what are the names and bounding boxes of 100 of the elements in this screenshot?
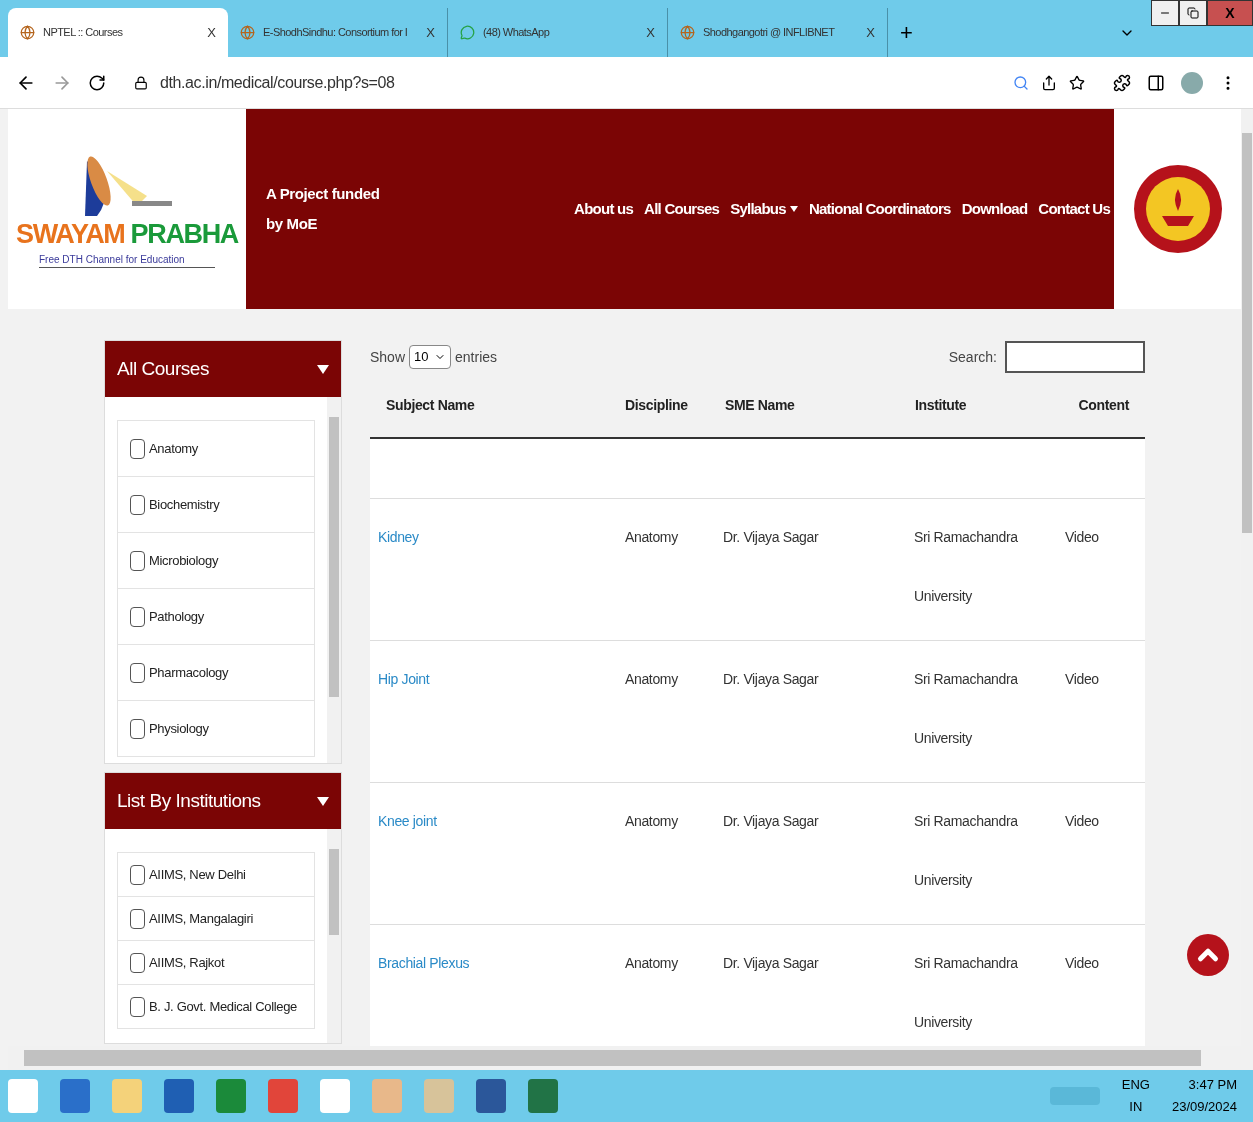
language-indicator[interactable]: ENG [1121,1074,1150,1096]
search-label: Search: [948,347,997,367]
checkbox[interactable] [130,494,145,515]
browser-tab[interactable]: NPTEL :: Courses X [8,8,228,57]
nav-link[interactable]: Syllabus [730,197,786,221]
show-label: Show [370,347,406,367]
subject-link[interactable]: Kidney [370,527,625,640]
funding-text: A Project funded by MoE [266,184,381,234]
table-cell-text: Video [1065,812,1099,831]
table-cell-text: Sri Ramachandra [914,670,1019,689]
new-tab-button[interactable]: + [900,16,913,49]
clock-date[interactable]: 23/09/2024 [1171,1096,1237,1118]
panel-title: List By Institutions [117,788,261,813]
subject-link[interactable]: Brachial Plexus [370,953,625,1046]
search-field[interactable] [1005,341,1145,373]
checkbox[interactable] [130,952,145,973]
entries-select[interactable]: 10 [409,345,452,369]
checkbox-label: Microbiology [149,551,219,570]
checkbox-label: Physiology [149,719,209,738]
table-cell-text: Video [1065,528,1099,547]
nav-link[interactable]: About us [574,197,634,221]
close-window-button[interactable]: X [1207,0,1253,26]
tab-close-button[interactable]: X [426,22,435,43]
checkbox[interactable] [130,550,145,571]
browser-tab[interactable]: Shodhgangotri @ INFLIBNET X [668,8,888,57]
address-bar[interactable]: dth.ac.in/medical/course.php?s=08 [122,64,1097,101]
table-cell-text: University [914,587,973,606]
checkbox-label: Pharmacology [149,663,229,682]
tab-close-button[interactable]: X [646,22,655,43]
table-cell-text: University [914,1013,973,1032]
minimize-button[interactable] [1151,0,1179,26]
tab-title: (48) WhatsApp [483,25,551,41]
tab-close-button[interactable]: X [207,22,216,43]
panel-title: All Courses [117,356,209,381]
table-cell-text: Anatomy [625,670,679,689]
nav-link[interactable]: National Coordinators [808,197,951,221]
share-icon[interactable] [1041,74,1057,91]
nav-link[interactable]: Download [961,197,1028,221]
column-header[interactable]: Institute [915,395,1065,416]
scroll-to-top-button[interactable] [1187,934,1229,976]
subject-link[interactable]: Knee joint [370,811,625,924]
bookmark-star-icon[interactable] [1069,74,1085,91]
browser-tab[interactable]: (48) WhatsApp X [448,8,668,57]
restore-icon [1187,7,1199,19]
table-cell-text: Sri Ramachandra [914,528,1019,547]
tab-title: NPTEL :: Courses [43,25,124,41]
table-cell-text: Anatomy [625,954,679,973]
region-indicator[interactable]: IN [1129,1096,1143,1118]
restore-button[interactable] [1179,0,1207,26]
checkbox[interactable] [130,996,145,1017]
checkbox-label: Anatomy [149,439,199,458]
checkbox[interactable] [130,438,145,459]
subject-link[interactable]: Hip Joint [370,669,625,782]
site-icon [240,25,255,40]
column-header[interactable]: SME Name [725,395,915,416]
reload-button[interactable] [88,73,106,92]
logo-title: SWAYAM PRABHA [16,220,238,248]
nav-link[interactable]: Contact Us [1038,197,1110,221]
checkbox[interactable] [130,718,145,739]
column-header[interactable]: Content [1065,395,1145,416]
checkbox[interactable] [130,662,145,683]
entries-label: entries [455,347,498,367]
checkbox-label: B. J. Govt. Medical College [149,997,297,1016]
checkbox[interactable] [130,908,145,929]
checkbox-label: Biochemistry [149,495,220,514]
search-icon[interactable] [1013,74,1029,91]
site-icon [680,25,695,40]
checkbox[interactable] [130,864,145,885]
url-text: dth.ac.in/medical/course.php?s=08 [160,72,395,93]
tab-title: Shodhgangotri @ INFLIBNET [703,25,836,41]
table-cell-text: Dr. Vijaya Sagar [723,528,820,547]
table-cell-text: Dr. Vijaya Sagar [723,670,820,689]
lock-icon [134,75,148,90]
checkbox-label: Pathology [149,607,204,626]
table-cell-text: Dr. Vijaya Sagar [723,812,820,831]
tab-close-button[interactable]: X [866,22,875,43]
table-cell-text: Dr. Vijaya Sagar [723,954,820,973]
column-header[interactable]: Discipline [625,395,725,416]
browser-tab[interactable]: E-ShodhSindhu: Consortium for I X [228,8,448,57]
panel-header[interactable]: List By Institutions [105,773,341,829]
site-icon [20,25,35,40]
table-cell-text: Video [1065,954,1099,973]
side-panel-icon[interactable] [1147,73,1165,92]
dropdown-caret-icon [317,796,329,806]
extensions-icon[interactable] [1113,73,1131,92]
clock-time[interactable]: 3:47 PM [1188,1074,1237,1096]
logo-tagline: Free DTH Channel for Education [39,251,215,268]
table-cell-text: University [914,729,973,748]
table-cell-text: Video [1065,670,1099,689]
column-header[interactable]: Subject Name [370,395,625,416]
table-cell-text: Sri Ramachandra [914,812,1019,831]
dropdown-caret-icon [317,364,329,374]
checkbox[interactable] [130,606,145,627]
table-cell-text: University [914,871,973,890]
chat-bubble-icon [460,25,475,40]
table-cell-text: Sri Ramachandra [914,954,1019,973]
panel-header[interactable]: All Courses [105,341,341,397]
nav-link[interactable]: All Courses [644,197,720,221]
tab-title: E-ShodhSindhu: Consortium for I [263,25,409,41]
checkbox-label: AIIMS, Mangalagiri [149,909,253,928]
